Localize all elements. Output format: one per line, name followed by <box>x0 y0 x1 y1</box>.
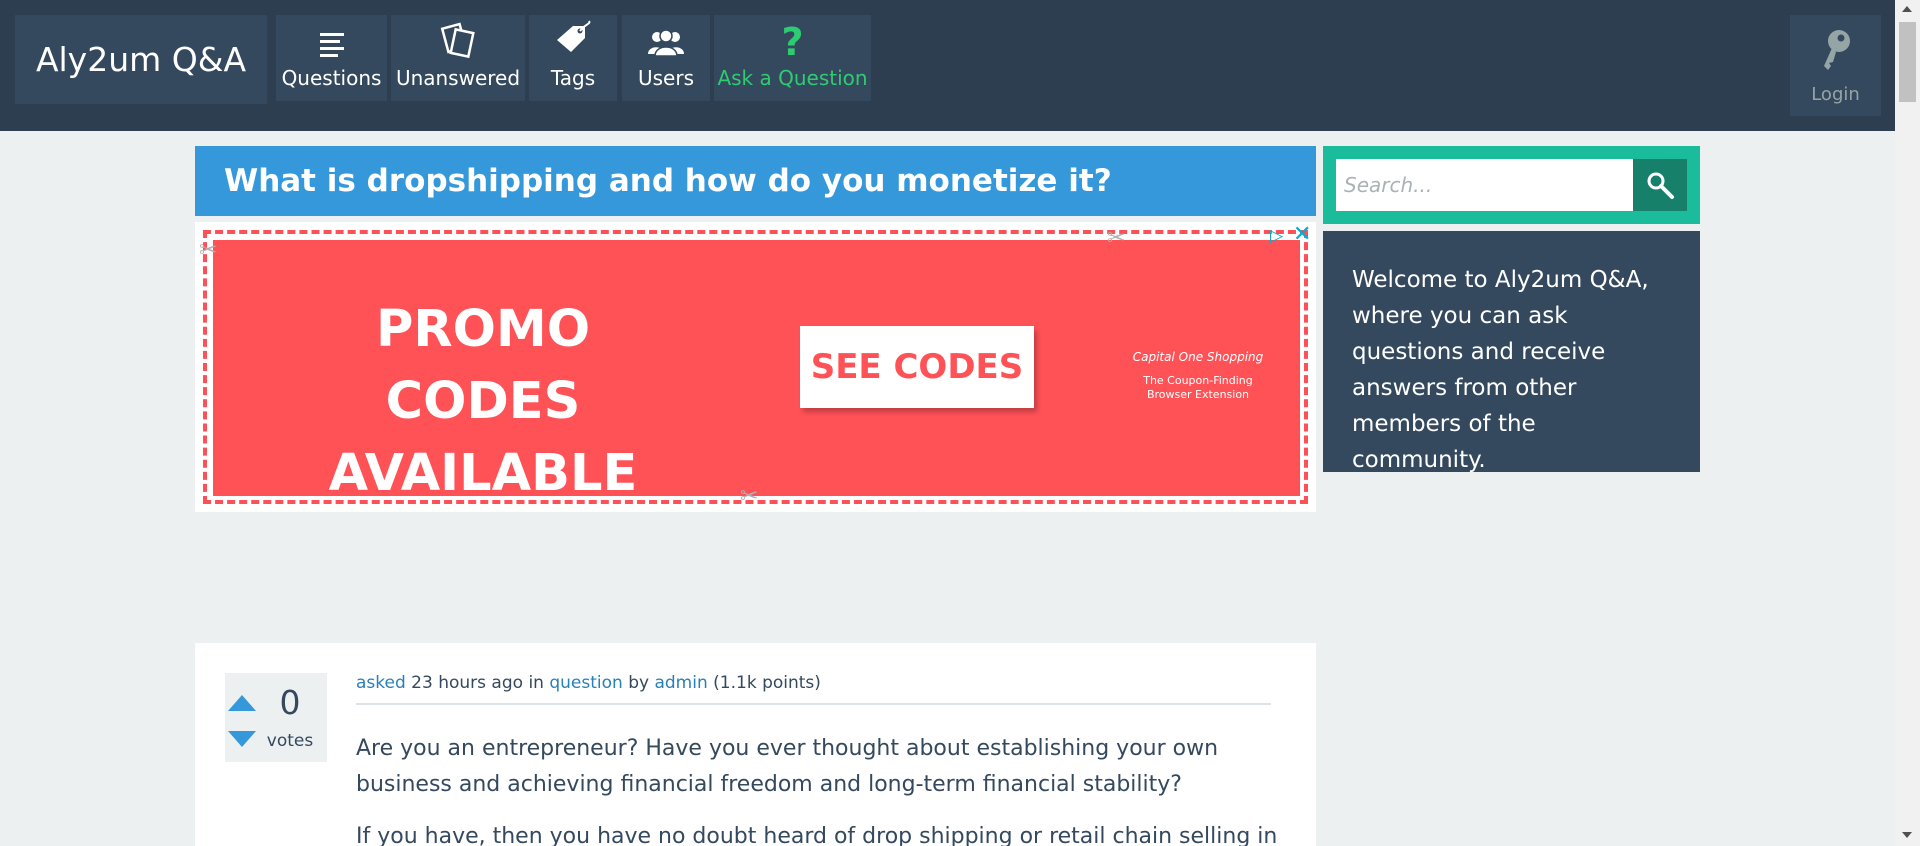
question-paragraph: If you have, then you have no doubt hear… <box>356 824 1278 846</box>
nav-tags[interactable]: Tags <box>529 15 617 101</box>
search-button[interactable] <box>1633 159 1687 211</box>
ad-brand-tagline: The Coupon-Finding Browser Extension <box>1143 374 1253 401</box>
page-scrollbar[interactable] <box>1895 0 1920 846</box>
ad-brand: Capital One Shopping The Coupon-Finding … <box>1123 350 1273 402</box>
key-icon <box>1823 30 1850 70</box>
asked-link[interactable]: asked <box>356 673 406 693</box>
search-input[interactable] <box>1336 159 1633 211</box>
upvote-icon[interactable] <box>228 695 256 711</box>
nav-users-label: Users <box>637 66 694 90</box>
downvote-icon[interactable] <box>228 731 256 747</box>
scrollbar-thumb[interactable] <box>1899 22 1916 102</box>
ad-choices-icon[interactable]: ▷ <box>1270 226 1283 246</box>
nav-users[interactable]: Users <box>622 15 710 101</box>
tag-icon <box>557 20 591 52</box>
ad-brand-name: Capital One Shopping <box>1132 350 1264 364</box>
welcome-text: Welcome to Aly2um Q&A, where you can ask… <box>1352 267 1649 473</box>
scroll-down-icon[interactable] <box>1902 832 1912 838</box>
search-box <box>1323 146 1700 224</box>
ad-close-icon[interactable]: ✕ <box>1293 222 1311 247</box>
list-icon <box>319 33 344 57</box>
nav-questions[interactable]: Questions <box>276 15 387 101</box>
in-text: in <box>528 673 544 693</box>
users-icon <box>648 29 684 57</box>
nav-unanswered[interactable]: Unanswered <box>391 15 525 101</box>
ad-cta-button[interactable]: SEE CODES <box>800 326 1034 408</box>
ad-content[interactable]: PROMO CODES AVAILABLE SEE CODES Capital … <box>213 240 1300 503</box>
vote-box: 0 votes <box>225 673 327 762</box>
scissor-icon: ✂ <box>1107 226 1126 251</box>
login-label: Login <box>1811 84 1860 105</box>
scissor-icon: ✂ <box>740 484 759 509</box>
site-logo[interactable]: Aly2um Q&A <box>15 15 267 104</box>
nav-questions-label: Questions <box>281 66 382 90</box>
scissor-icon: ✂ <box>199 238 218 263</box>
question-card: 0 votes asked 23 hours ago in question b… <box>195 643 1316 846</box>
top-navbar: Aly2um Q&A Questions Unanswered Tags Use… <box>0 0 1895 131</box>
category-link[interactable]: question <box>549 673 622 693</box>
search-icon <box>1647 172 1674 199</box>
question-body: Are you an entrepreneur? Have you ever t… <box>356 731 1286 846</box>
welcome-panel: Welcome to Aly2um Q&A, where you can ask… <box>1323 231 1700 473</box>
ad-headline: PROMO CODES AVAILABLE <box>328 300 638 503</box>
question-title: What is dropshipping and how do you mone… <box>224 163 1112 199</box>
by-text: by <box>628 673 650 693</box>
cards-icon <box>440 22 475 58</box>
scroll-up-icon[interactable] <box>1902 6 1912 12</box>
page-title: What is dropshipping and how do you mone… <box>195 146 1316 216</box>
vote-label: votes <box>266 731 314 751</box>
nav-tags-label: Tags <box>550 66 596 90</box>
question-meta: asked 23 hours ago in question by admin … <box>356 673 1271 705</box>
author-points: (1.1k points) <box>713 673 821 693</box>
nav-unanswered-label: Unanswered <box>395 66 521 90</box>
nav-ask-question-label: Ask a Question <box>717 66 868 90</box>
author-link[interactable]: admin <box>654 673 707 693</box>
asked-time: 23 hours ago <box>411 673 524 693</box>
vote-count: 0 <box>279 683 301 722</box>
question-mark-icon: ? <box>781 20 804 64</box>
ad-banner[interactable]: PROMO CODES AVAILABLE SEE CODES Capital … <box>195 222 1316 512</box>
question-paragraph: Are you an entrepreneur? Have you ever t… <box>356 736 1219 797</box>
nav-ask-question[interactable]: ? Ask a Question <box>714 15 871 101</box>
login-button[interactable]: Login <box>1790 15 1881 116</box>
